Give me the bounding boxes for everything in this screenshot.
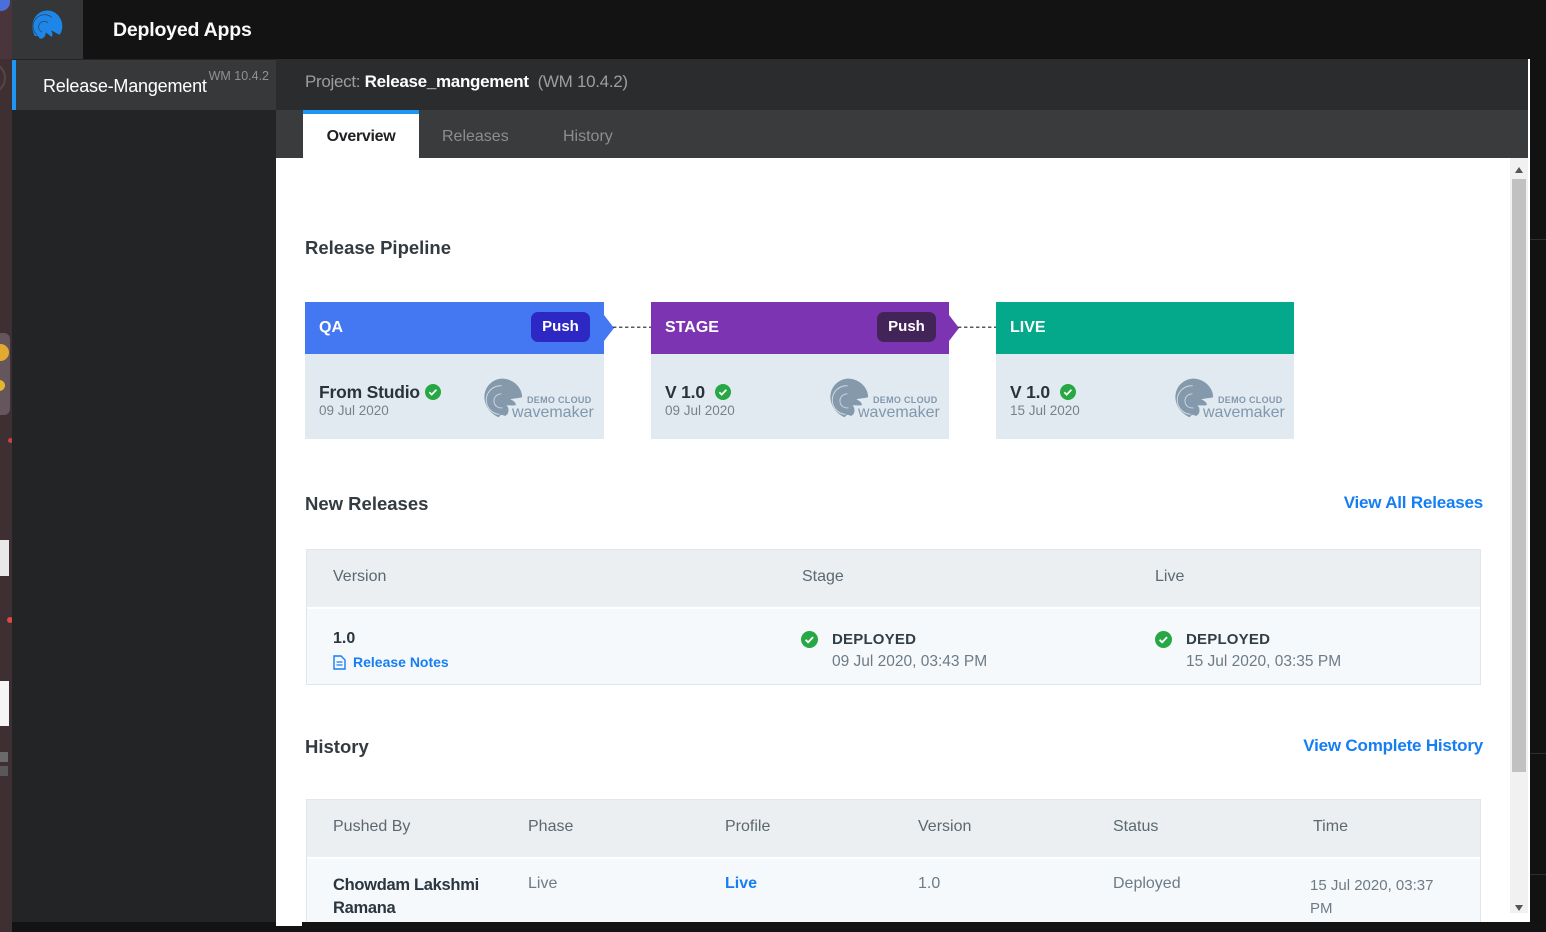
svg-text:wavemaker: wavemaker [511,404,594,419]
svg-text:wavemaker: wavemaker [1202,404,1285,419]
svg-text:wavemaker: wavemaker [857,404,940,419]
